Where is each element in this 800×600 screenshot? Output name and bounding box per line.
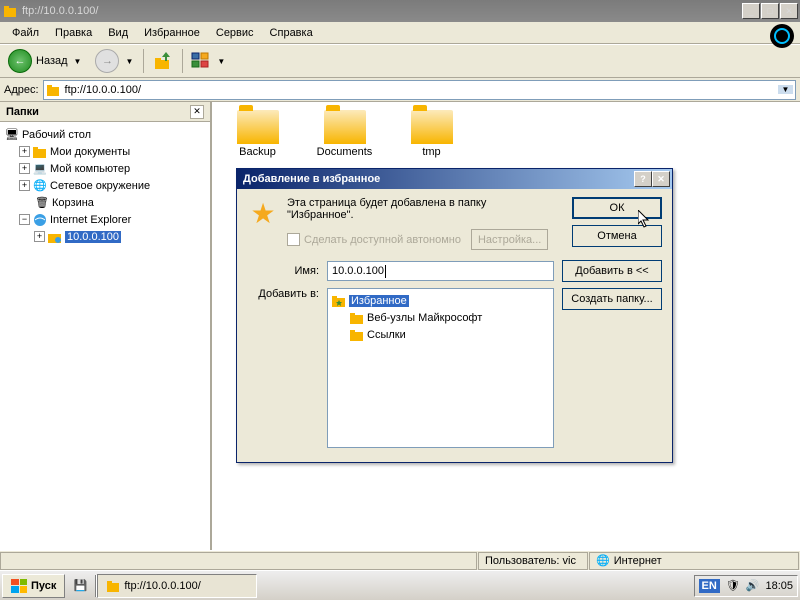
ok-button[interactable]: ОК xyxy=(572,197,662,219)
views-button[interactable]: ▼ xyxy=(187,50,231,72)
status-user: Пользователь: vic xyxy=(485,555,576,567)
expander-icon[interactable]: + xyxy=(19,180,30,191)
statusbar: Пользователь: vic 🌐 Интернет xyxy=(0,550,800,570)
menu-tools[interactable]: Сервис xyxy=(208,24,262,42)
folder-tree[interactable]: 🖥 Рабочий стол + Мои документы + 💻 Мой к… xyxy=(0,122,210,249)
dialog-titlebar[interactable]: Добавление в избранное ? ✕ xyxy=(237,169,672,189)
up-button[interactable] xyxy=(148,48,178,74)
ftp-folder-icon xyxy=(47,229,63,245)
sidebar-title: Папки xyxy=(6,106,190,118)
tree-item-documents: + Мои документы xyxy=(4,143,206,160)
titlebar[interactable]: ftp://10.0.0.100/ _ □ ✕ xyxy=(0,0,800,22)
folder-icon xyxy=(349,310,365,326)
dialog-close-button[interactable]: ✕ xyxy=(652,171,670,187)
back-label: Назад xyxy=(36,55,68,67)
folders-panel: Папки ✕ 🖥 Рабочий стол + Мои документы + xyxy=(0,102,212,550)
network-icon: 🌐 xyxy=(32,178,48,194)
minimize-button[interactable]: _ xyxy=(742,3,760,19)
folder-icon xyxy=(411,110,453,144)
desktop-icon: 🖥 xyxy=(4,127,20,143)
folder-label: Backup xyxy=(239,146,276,158)
recycle-icon: 🗑 xyxy=(34,195,50,211)
forward-arrow-icon: → xyxy=(95,49,119,73)
chevron-down-icon[interactable]: ▼ xyxy=(123,57,135,66)
menu-help[interactable]: Справка xyxy=(262,24,321,42)
start-button[interactable]: Пуск xyxy=(2,574,65,598)
ie-icon xyxy=(32,212,48,228)
address-label: Адрес: xyxy=(4,84,39,96)
back-button[interactable]: ← Назад ▼ xyxy=(4,47,87,75)
name-input[interactable]: 10.0.0.100 xyxy=(327,261,554,281)
toolbar: ← Назад ▼ → ▼ ▼ xyxy=(0,44,800,78)
favorites-tree[interactable]: Избранное Веб-узлы Майкрософт Ссылки xyxy=(327,288,554,448)
close-button[interactable]: ✕ xyxy=(780,3,798,19)
language-indicator[interactable]: EN xyxy=(699,579,720,593)
folder-item[interactable]: Backup xyxy=(220,110,295,158)
system-tray[interactable]: EN 🛡 🔊 18:05 xyxy=(694,575,798,597)
cancel-button[interactable]: Отмена xyxy=(572,225,662,247)
folder-label: tmp xyxy=(422,146,440,158)
name-label: Имя: xyxy=(247,265,319,277)
add-to-label: Добавить в: xyxy=(247,288,319,300)
chevron-down-icon[interactable]: ▼ xyxy=(72,57,84,66)
chevron-down-icon[interactable]: ▼ xyxy=(215,57,227,66)
tree-item-ie: − Internet Explorer xyxy=(4,211,206,228)
tree-item-computer: + 💻 Мой компьютер xyxy=(4,160,206,177)
taskbar-item[interactable]: ftp://10.0.0.100/ xyxy=(97,574,257,598)
add-favorite-dialog: Добавление в избранное ? ✕ ★ Эта страниц… xyxy=(236,168,673,463)
menu-edit[interactable]: Правка xyxy=(47,24,100,42)
cortana-icon[interactable] xyxy=(770,24,794,48)
tree-item-ftp-host: + 10.0.0.100 xyxy=(4,228,206,245)
address-input[interactable]: ftp://10.0.0.100/ ▼ xyxy=(43,80,796,100)
clock[interactable]: 18:05 xyxy=(765,580,793,592)
folder-icon xyxy=(324,110,366,144)
star-icon: ★ xyxy=(247,197,279,229)
quicklaunch-save-icon[interactable]: 💾 xyxy=(71,577,89,595)
favorites-folder-icon xyxy=(331,293,347,309)
tree-item-network: + 🌐 Сетевое окружение xyxy=(4,177,206,194)
taskbar: Пуск 💾 ftp://10.0.0.100/ EN 🛡 🔊 18:05 xyxy=(0,570,800,600)
create-folder-button[interactable]: Создать папку... xyxy=(562,288,662,310)
offline-label: Сделать доступной автономно xyxy=(304,234,461,246)
offline-checkbox[interactable] xyxy=(287,233,300,246)
folder-icon xyxy=(237,110,279,144)
globe-icon: 🌐 xyxy=(596,554,610,567)
menubar: Файл Правка Вид Избранное Сервис Справка xyxy=(0,22,800,44)
back-arrow-icon: ← xyxy=(8,49,32,73)
sidebar-close-button[interactable]: ✕ xyxy=(190,105,204,119)
addressbar: Адрес: ftp://10.0.0.100/ ▼ xyxy=(0,78,800,102)
tree-item-desktop: 🖥 Рабочий стол xyxy=(4,126,206,143)
windows-flag-icon xyxy=(11,579,27,593)
tree-item-recycle: 🗑 Корзина xyxy=(4,194,206,211)
computer-icon: 💻 xyxy=(32,161,48,177)
add-in-button[interactable]: Добавить в << xyxy=(562,260,662,282)
expander-icon[interactable]: − xyxy=(19,214,30,225)
address-dropdown[interactable]: ▼ xyxy=(778,85,793,94)
help-button[interactable]: ? xyxy=(634,171,652,187)
status-zone: Интернет xyxy=(610,555,662,567)
folder-label: Documents xyxy=(317,146,373,158)
dialog-message: Эта страница будет добавлена в папку xyxy=(287,197,564,209)
folder-icon xyxy=(349,327,365,343)
ftp-window-icon xyxy=(2,3,18,19)
expander-icon[interactable]: + xyxy=(19,163,30,174)
menu-file[interactable]: Файл xyxy=(4,24,47,42)
folder-icon xyxy=(32,144,48,160)
window-title: ftp://10.0.0.100/ xyxy=(22,5,742,17)
volume-icon[interactable]: 🔊 xyxy=(746,579,760,592)
address-value: ftp://10.0.0.100/ xyxy=(62,84,778,96)
folder-item[interactable]: tmp xyxy=(394,110,469,158)
expander-icon[interactable]: + xyxy=(34,231,45,242)
menu-view[interactable]: Вид xyxy=(100,24,136,42)
forward-button[interactable]: → ▼ xyxy=(91,47,139,75)
menu-favorites[interactable]: Избранное xyxy=(136,24,208,42)
expander-icon[interactable]: + xyxy=(19,146,30,157)
dialog-title: Добавление в избранное xyxy=(239,173,634,185)
dialog-message: "Избранное". xyxy=(287,209,564,221)
configure-button: Настройка... xyxy=(471,229,548,250)
shield-icon[interactable]: 🛡 xyxy=(726,579,740,592)
folder-item[interactable]: Documents xyxy=(307,110,382,158)
maximize-button[interactable]: □ xyxy=(761,3,779,19)
